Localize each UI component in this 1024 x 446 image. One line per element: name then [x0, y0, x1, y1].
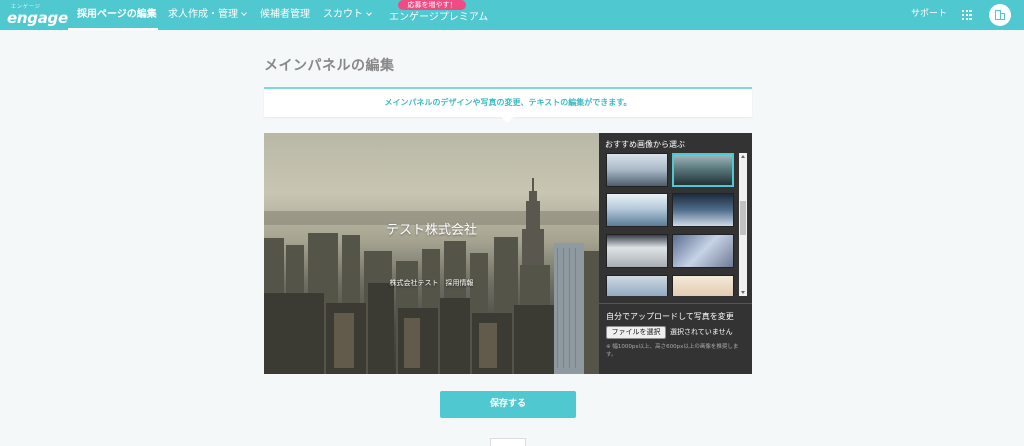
nav-label: 候補者管理 [260, 9, 310, 20]
scroll-up-icon[interactable] [741, 155, 745, 158]
recommended-images-title: おすすめ画像から選ぶ [605, 140, 685, 149]
bottom-floating-element[interactable] [490, 438, 526, 446]
nav-label: 採用ページの編集 [77, 9, 157, 20]
nav-candidates[interactable]: 候補者管理 [260, 0, 310, 30]
company-subtitle-text[interactable]: 株式会社テスト 採用情報 [264, 278, 599, 288]
scroll-down-icon[interactable] [741, 291, 745, 294]
main-panel-preview[interactable]: テスト株式会社 株式会社テスト 採用情報 [264, 133, 599, 374]
chevron-down-icon [366, 10, 372, 16]
nav-label: スカウト [323, 9, 363, 20]
nav-scout[interactable]: スカウト [323, 0, 372, 30]
top-navigation-bar: エンゲージ engage 採用ページの編集 求人作成・管理 候補者管理 スカウト… [0, 0, 1024, 30]
nav-job-management[interactable]: 求人作成・管理 [168, 0, 247, 30]
chevron-down-icon [241, 10, 247, 16]
recommended-image-thumbnail-selected[interactable] [672, 153, 734, 187]
recommended-image-thumbnail[interactable] [606, 193, 668, 227]
recommended-image-thumbnail[interactable] [606, 234, 668, 268]
choose-file-button[interactable]: ファイルを選択 [606, 326, 666, 339]
support-link[interactable]: サポート [911, 0, 947, 30]
page-title: メインパネルの編集 [264, 58, 395, 74]
logo-text: engage [7, 9, 68, 27]
city-skyline-image [264, 178, 599, 374]
recommended-image-thumbnail[interactable] [672, 193, 734, 227]
nav-engage-premium[interactable]: エンゲージプレミアム [389, 3, 488, 33]
nav-label: 求人作成・管理 [168, 9, 238, 20]
apps-grid-icon[interactable] [962, 10, 972, 20]
company-avatar-icon[interactable] [989, 4, 1011, 26]
main-panel-editor: テスト株式会社 株式会社テスト 採用情報 おすすめ画像から選ぶ 自分でアップロー… [264, 133, 752, 374]
divider [599, 303, 752, 304]
recommended-image-thumbnail[interactable] [672, 275, 734, 296]
recommended-image-thumbnail[interactable] [606, 275, 668, 296]
company-name-text[interactable]: テスト株式会社 [264, 219, 599, 238]
thumbnails-scrollbar[interactable] [739, 153, 747, 296]
recommended-image-thumbnail[interactable] [672, 234, 734, 268]
engage-logo[interactable]: エンゲージ engage [7, 3, 68, 27]
nav-edit-recruit-page[interactable]: 採用ページの編集 [77, 0, 157, 30]
scrollbar-thumb[interactable] [740, 201, 746, 235]
recommended-image-thumbnail[interactable] [606, 153, 668, 187]
active-nav-indicator [68, 28, 158, 30]
upload-recommendation-note: ※ 幅1000px以上、高さ600px以上の画像を推奨します。 [606, 344, 739, 358]
image-selector-panel: おすすめ画像から選ぶ 自分でアップロードして写真を変更 ファイルを選択 選択され… [599, 133, 752, 374]
nav-label: エンゲージプレミアム [389, 12, 489, 23]
save-button[interactable]: 保存する [440, 391, 576, 418]
file-status-text: 選択されていません [670, 328, 733, 336]
recommended-images-grid [606, 153, 736, 296]
upload-section-title: 自分でアップロードして写真を変更 [606, 312, 734, 321]
